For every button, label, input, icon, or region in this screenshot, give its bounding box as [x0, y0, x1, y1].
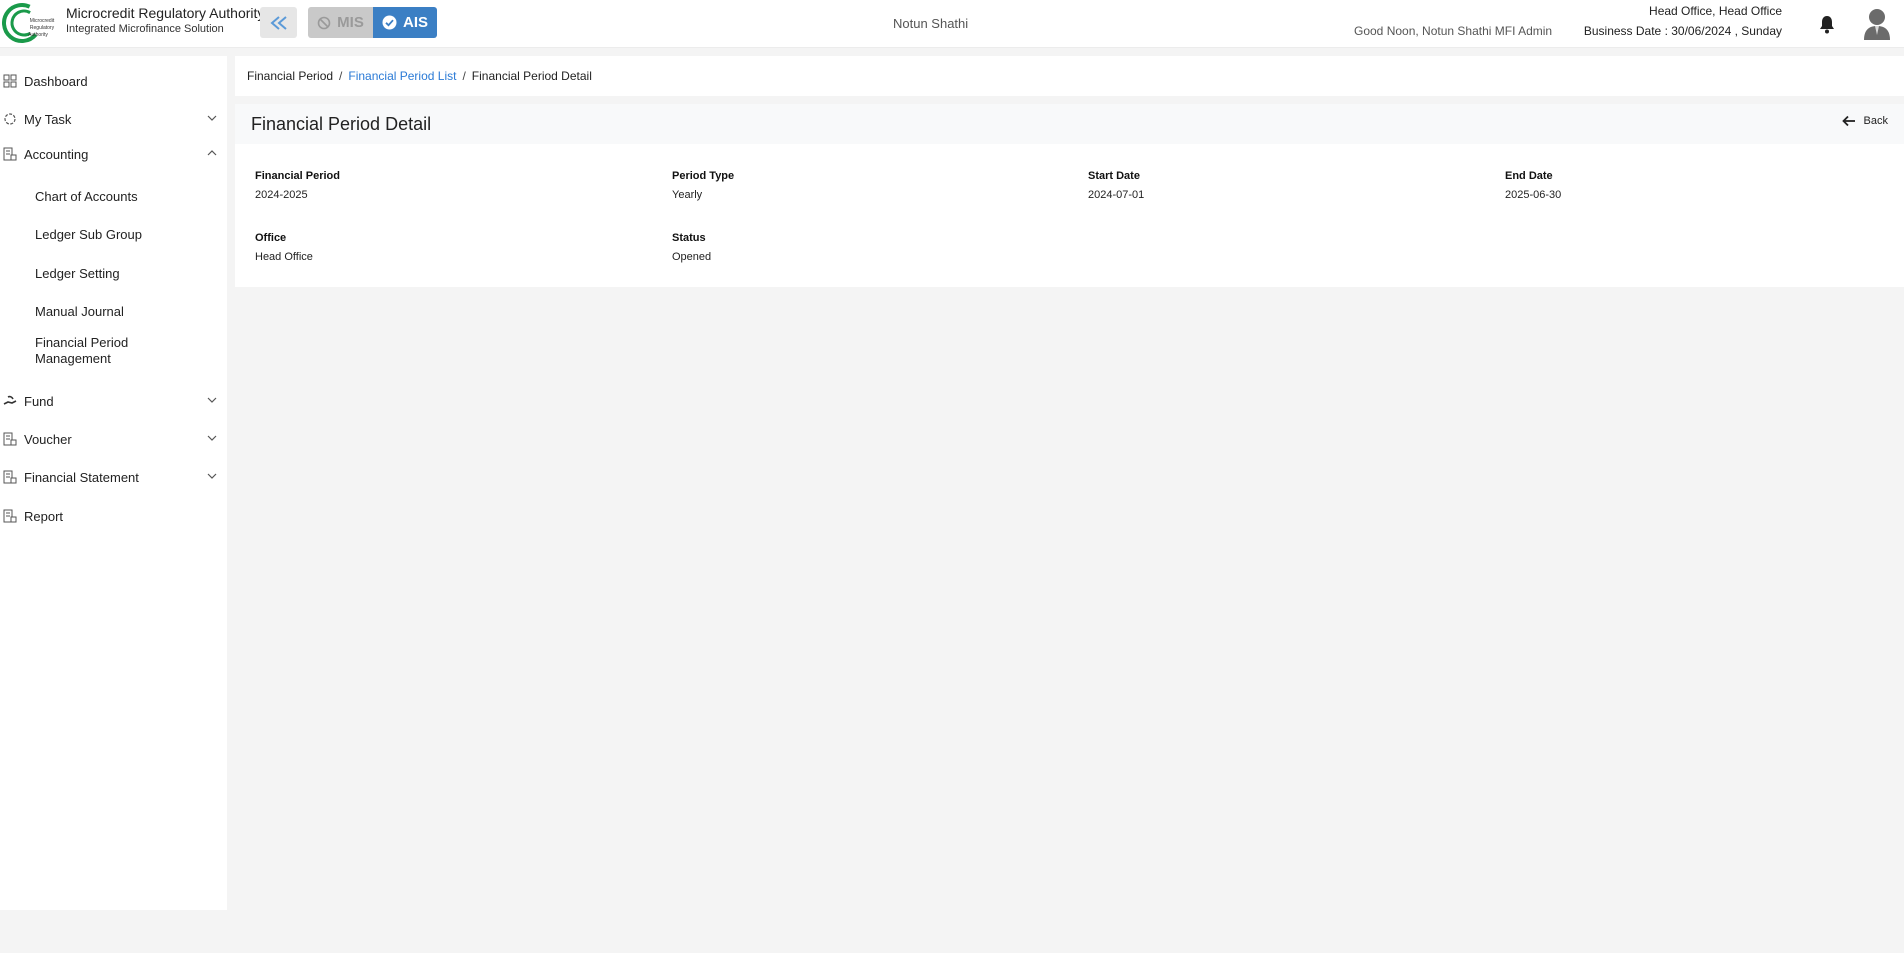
- back-button[interactable]: Back: [1841, 115, 1888, 127]
- field-financial-period: Financial Period 2024-2025: [255, 170, 655, 201]
- sidebar-subitem-manual-journal[interactable]: Manual Journal: [35, 304, 220, 320]
- sidebar-item-my-task[interactable]: My Task: [0, 105, 227, 133]
- sidebar-subitem-chart-of-accounts[interactable]: Chart of Accounts: [35, 189, 220, 205]
- sidebar-item-label: Fund: [24, 393, 54, 409]
- brand-title: Microcredit Regulatory Authority: [66, 5, 265, 21]
- sidebar-item-accounting[interactable]: Accounting: [0, 140, 227, 168]
- field-office: Office Head Office: [255, 232, 655, 263]
- sidebar-item-fund[interactable]: Fund: [0, 387, 227, 415]
- chevron-down-icon: [207, 473, 217, 479]
- financial-period-detail-card: Financial Period Detail Back Financial P…: [235, 104, 1904, 287]
- chevron-down-icon: [207, 435, 217, 441]
- sidebar-item-voucher[interactable]: Voucher: [0, 425, 227, 453]
- ledger-icon: [3, 509, 17, 523]
- breadcrumb-link-financial-period-list[interactable]: Financial Period List: [348, 69, 456, 83]
- sidebar-item-label: Dashboard: [24, 73, 88, 89]
- check-circle-icon: [382, 15, 397, 30]
- field-label: Office: [255, 232, 287, 244]
- sidebar-item-financial-statement[interactable]: Financial Statement: [0, 463, 227, 491]
- breadcrumb-current: Financial Period Detail: [471, 69, 592, 83]
- mra-logo: Microcredit Regulatory Authority: [2, 2, 58, 44]
- sidebar-item-dashboard[interactable]: Dashboard: [0, 67, 227, 95]
- arrow-left-icon: [1841, 115, 1855, 127]
- chevron-up-icon: [207, 150, 217, 156]
- collapse-sidebar-button[interactable]: [260, 7, 297, 38]
- hand-money-icon: [3, 395, 17, 405]
- sidebar-item-label: Financial Statement: [24, 469, 139, 485]
- top-header: Microcredit Regulatory Authority Microcr…: [0, 0, 1904, 48]
- chevron-down-icon: [207, 397, 217, 403]
- user-greeting: Good Noon, Notun Shathi MFI Admin: [1354, 24, 1553, 38]
- ledger-icon: [3, 147, 17, 161]
- ais-module-button[interactable]: AIS: [373, 7, 437, 38]
- field-label: Financial Period: [255, 170, 340, 182]
- field-value: 2024-2025: [255, 189, 308, 201]
- organization-name: Notun Shathi: [893, 16, 969, 31]
- sidebar-subitem-ledger-sub-group[interactable]: Ledger Sub Group: [35, 227, 220, 243]
- bell-icon[interactable]: [1818, 14, 1836, 34]
- office-name: Head Office, Head Office: [1649, 4, 1782, 18]
- field-end-date: End Date 2025-06-30: [1505, 170, 1904, 201]
- double-chevron-left-icon: [269, 15, 287, 30]
- field-label: Status: [672, 232, 706, 244]
- field-value: Head Office: [255, 251, 313, 263]
- sidebar-item-label: My Task: [24, 111, 72, 127]
- field-label: Start Date: [1088, 170, 1140, 182]
- spinner-icon: [4, 113, 16, 125]
- ledger-icon: [3, 470, 17, 484]
- field-period-type: Period Type Yearly: [672, 170, 1072, 201]
- field-value: 2024-07-01: [1088, 189, 1145, 201]
- sidebar-subitem-financial-period-management[interactable]: Financial Period Management: [35, 335, 155, 367]
- field-label: Period Type: [672, 170, 735, 182]
- field-value: Opened: [672, 251, 712, 263]
- sidebar-item-report[interactable]: Report: [0, 502, 227, 530]
- field-label: End Date: [1505, 170, 1553, 182]
- ledger-icon: [3, 432, 17, 446]
- field-start-date: Start Date 2024-07-01: [1088, 170, 1488, 201]
- breadcrumb-root: Financial Period: [247, 69, 334, 83]
- chevron-down-icon: [207, 115, 217, 121]
- sidebar-subitem-ledger-setting[interactable]: Ledger Setting: [35, 266, 220, 282]
- sidebar-item-label: Report: [24, 508, 64, 524]
- brand-subtitle: Integrated Microfinance Solution: [66, 23, 224, 35]
- svg-text:Microcredit: Microcredit: [30, 18, 55, 24]
- ban-icon: [317, 16, 331, 29]
- field-value: Yearly: [672, 189, 703, 201]
- sidebar-item-label: Voucher: [24, 431, 72, 447]
- field-status: Status Opened: [672, 232, 1072, 263]
- breadcrumb-separator: /: [462, 69, 466, 83]
- ais-label: AIS: [402, 14, 428, 31]
- breadcrumb-separator: /: [339, 69, 343, 83]
- grid-icon: [3, 74, 17, 88]
- back-label: Back: [1863, 115, 1888, 127]
- card-header: Financial Period Detail Back: [235, 104, 1904, 144]
- page-title: Financial Period Detail: [251, 114, 432, 134]
- sidebar: Dashboard My Task Accounting Chart of Ac…: [0, 56, 227, 910]
- user-avatar[interactable]: [1862, 7, 1892, 41]
- breadcrumb: Financial Period / Financial Period List…: [235, 56, 1904, 96]
- mis-module-button[interactable]: MIS: [308, 7, 373, 38]
- field-value: 2025-06-30: [1505, 189, 1562, 201]
- svg-text:Authority: Authority: [28, 32, 48, 38]
- mis-label: MIS: [337, 14, 364, 31]
- business-date: Business Date : 30/06/2024 , Sunday: [1583, 24, 1782, 38]
- sidebar-item-label: Accounting: [24, 146, 89, 162]
- svg-text:Regulatory: Regulatory: [30, 25, 55, 31]
